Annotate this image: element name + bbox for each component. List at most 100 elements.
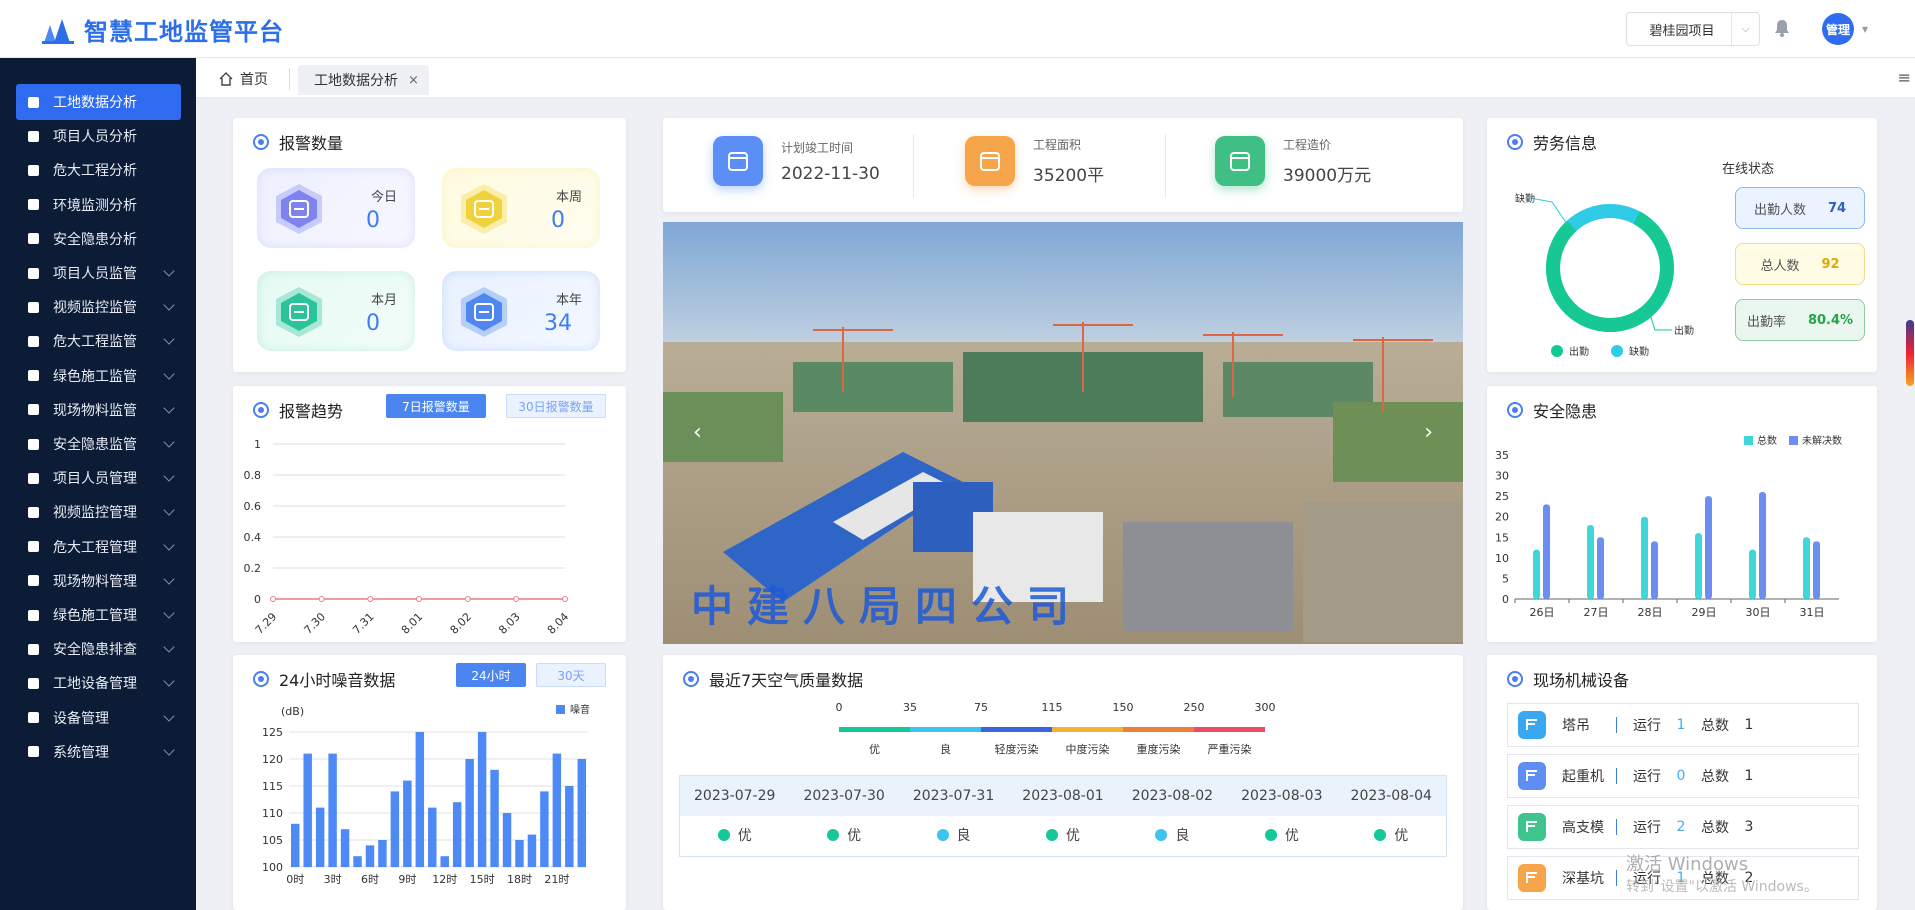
machine-name: 塔吊 [1562,718,1590,734]
status-dot [1155,829,1168,841]
aqi-scale-number: 115 [1041,701,1063,714]
users-icon [26,266,41,281]
target-icon [253,134,269,150]
machine-icon [1518,762,1546,790]
noise-bar [303,753,312,867]
sidebar-item[interactable]: 安全隐患排查 [16,631,181,667]
noise-bar [565,786,574,867]
safety-bar [1695,533,1702,599]
aqi-scale-number: 300 [1254,701,1276,714]
data-point [416,596,422,602]
run-count: 1 [1676,717,1686,733]
user-icon [26,676,41,691]
sidebar-item[interactable]: 危大工程分析 [16,152,181,188]
avatar[interactable]: 管理 [1822,13,1854,45]
aqi-level-label: 良 [956,828,971,844]
sidebar-item[interactable]: 视频监控管理 [16,494,181,530]
y-tick-label: 0 [1502,593,1509,606]
tab-home[interactable]: 首页 [218,66,268,92]
data-point [367,596,374,602]
alarm-card: 今日 0 [257,168,415,248]
cube-icon [26,573,41,588]
noise-bar [315,807,325,867]
alarm-card-value: 0 [366,208,380,233]
sidebar-item[interactable]: 绿色施工监管 [16,358,181,394]
y-axis-unit: (dB) [281,705,304,718]
aqi-scale-number: 150 [1112,701,1134,714]
windows-activation-hint: 转到"设置"以激活 Windows。 [1626,879,1818,895]
sidebar: 工地数据分析 项目人员分析 危大工程分析 环境监测分析 安全隐患分析 项目人员监管 视频监控… [0,58,196,910]
project-info-label: 计划竣工时间 [781,140,854,155]
alarm-hexagon-icon [276,184,322,234]
sidebar-item[interactable]: 项目人员分析 [16,118,181,154]
sidebar-item[interactable]: 危大工程监管 [16,323,181,359]
sidebar-item[interactable]: 安全隐患分析 [16,221,181,257]
sidebar-item[interactable]: 项目人员监管 [16,255,181,291]
vertical-divider [1165,134,1166,198]
attendance-stat-value: 74 [1827,200,1847,216]
chevron-down-icon [163,641,175,653]
project-select[interactable]: 碧桂园项目 ⌵ [1626,12,1760,46]
tab-site-data-analysis[interactable]: 工地数据分析 × [298,65,429,95]
aqi-scale-label: 严重污染 [1207,743,1252,756]
tab-separator [289,68,290,90]
sidebar-item[interactable]: 安全隐患监管 [16,426,181,462]
chevron-left-icon[interactable]: ‹ [693,420,702,445]
chevron-right-icon[interactable]: › [1424,420,1433,445]
machines-title: 现场机械设备 [1533,671,1630,690]
user-icon [26,710,41,725]
sidebar-item[interactable]: 工地设备管理 [16,665,181,701]
calendar-icon [713,136,763,186]
close-icon[interactable]: × [408,73,419,88]
sidebar-item[interactable]: 现场物料管理 [16,563,181,599]
sidebar-item[interactable]: 绿色施工管理 [16,597,181,633]
aqi-level-label: 良 [1175,828,1190,844]
x-tick-label: 27日 [1584,606,1609,619]
noise-bar [490,769,499,867]
noise-bar [340,829,350,867]
sidebar-item-label: 视频监控监管 [53,300,137,317]
menu-icon[interactable]: ≡ [1898,68,1911,87]
safety-bar [1651,541,1658,599]
scrollbar-thumb[interactable] [1906,320,1914,386]
home-icon [219,72,233,86]
caret-down-icon[interactable]: ▾ [1862,22,1868,36]
chevron-down-icon [163,470,175,482]
x-tick-label: 21时 [544,873,569,886]
sidebar-item[interactable]: 现场物料监管 [16,392,181,428]
status-dot [1264,829,1277,841]
sidebar-item[interactable]: 系统管理 [16,734,181,770]
photo-banner-text: 中建八局四公司 [691,582,1084,631]
machine-icon [1518,864,1546,892]
safety-bar-chart: 总数 未解决数 0 5 10 15 20 25 30 35 26日 27日 28日 29日 30日 31日 [1495,434,1842,619]
project-info-item: 工程造价 39000万元 [1215,136,1371,186]
tab-bar: 首页 工地数据分析 × ≡ [196,58,1915,98]
y-tick-label: 0.4 [244,531,262,544]
table-cell: 良 [899,816,1008,856]
run-label: 运行 [1633,769,1661,785]
bell-icon[interactable] [1772,18,1792,38]
tab-home-label: 首页 [240,72,268,88]
panel-title: 最近7天空气质量数据 [683,667,863,691]
camera-icon [26,300,41,315]
sidebar-item[interactable]: 工地数据分析 [16,84,181,120]
users-icon [26,471,41,486]
sidebar-item[interactable]: 危大工程管理 [16,529,181,565]
y-tick-label: 0 [254,593,261,606]
logo[interactable]: 智慧工地监管平台 [40,12,284,47]
legend-label: 总数 [1757,434,1777,447]
table-header-cell: 2023-08-03 [1241,788,1323,804]
sidebar-item-label: 工地设备管理 [53,676,137,693]
sidebar-item[interactable]: 环境监测分析 [16,187,181,223]
y-tick-label: 0.8 [244,469,262,482]
noise-bar [390,791,400,867]
sidebar-item[interactable]: 项目人员管理 [16,460,181,496]
noise-bar [291,823,300,867]
divider [1616,717,1617,733]
site-photo-carousel[interactable]: 中建八局四公司 ‹ › [663,222,1463,644]
warning-icon [26,437,41,452]
sidebar-item[interactable]: 设备管理 [16,700,181,736]
data-point [562,596,568,602]
noise-bar [328,753,337,867]
sidebar-item[interactable]: 视频监控监管 [16,289,181,325]
